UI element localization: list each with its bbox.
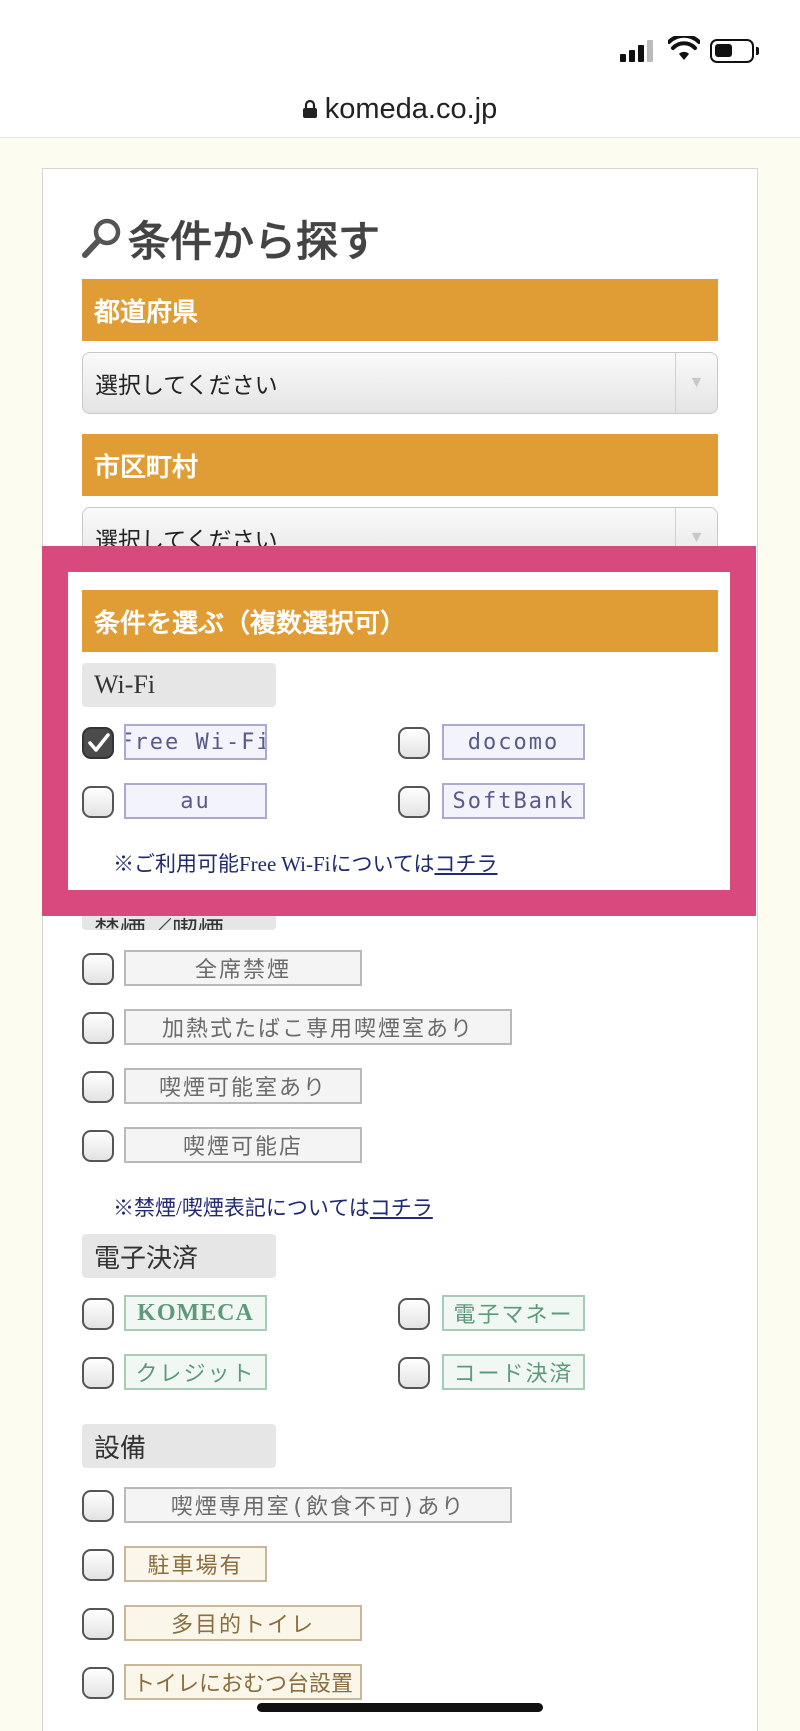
checkbox-smoking-only-room[interactable]: [82, 1490, 114, 1522]
checkbox-code-payment[interactable]: [398, 1357, 430, 1389]
prefecture-select[interactable]: 選択してください ▼: [82, 352, 718, 414]
tag-no-smoking[interactable]: 全席禁煙: [124, 950, 362, 986]
tag-softbank[interactable]: SoftBank: [442, 783, 585, 819]
checkbox-docomo[interactable]: [398, 727, 430, 759]
checkbox-credit[interactable]: [82, 1357, 114, 1389]
home-indicator[interactable]: [257, 1703, 543, 1712]
city-header: 市区町村: [82, 434, 718, 496]
checkbox-multipurpose-toilet[interactable]: [82, 1608, 114, 1640]
signal-icon: [620, 40, 654, 62]
checkbox-au[interactable]: [82, 786, 114, 818]
conditions-header: 条件を選ぶ（複数選択可）: [82, 590, 718, 652]
checkbox-smoking-room[interactable]: [82, 1071, 114, 1103]
checkbox-parking[interactable]: [82, 1549, 114, 1581]
tag-smoking-store[interactable]: 喫煙可能店: [124, 1127, 362, 1163]
checkmark-icon: [88, 733, 110, 752]
magnifier-icon: [82, 218, 121, 258]
wifi-note-link[interactable]: コチラ: [434, 852, 497, 876]
checkbox-diaper-table[interactable]: [82, 1667, 114, 1699]
tag-credit[interactable]: クレジット: [124, 1354, 267, 1390]
lock-icon: [302, 99, 317, 118]
tag-smoking-room[interactable]: 喫煙可能室あり: [124, 1068, 362, 1104]
prefecture-header: 都道府県: [82, 279, 718, 341]
tag-smoking-only-room[interactable]: 喫煙専用室(飲食不可)あり: [124, 1487, 512, 1523]
url-text: komeda.co.jp: [324, 93, 498, 125]
chevron-down-icon: ▼: [675, 353, 717, 413]
tag-code-payment[interactable]: コード決済: [442, 1354, 585, 1390]
checkbox-e-money[interactable]: [398, 1298, 430, 1330]
payment-group-label: 電子決済: [82, 1234, 276, 1278]
smoking-note: ※禁煙/喫煙表記についてはコチラ: [113, 1192, 433, 1222]
tag-heated-tobacco-room[interactable]: 加熱式たばこ専用喫煙室あり: [124, 1009, 512, 1045]
smoking-note-link[interactable]: コチラ: [370, 1196, 433, 1220]
tag-e-money[interactable]: 電子マネー: [442, 1295, 585, 1331]
page-title: 条件から探す: [80, 208, 380, 268]
checkbox-komeca[interactable]: [82, 1298, 114, 1330]
checkbox-free-wifi[interactable]: [82, 727, 114, 759]
wifi-icon: [668, 36, 700, 60]
tag-multipurpose-toilet[interactable]: 多目的トイレ: [124, 1605, 362, 1641]
checkbox-no-smoking[interactable]: [82, 953, 114, 985]
tag-au[interactable]: au: [124, 783, 267, 819]
address-bar[interactable]: komeda.co.jp: [0, 82, 800, 138]
facilities-group-label: 設備: [82, 1424, 276, 1468]
prefecture-select-value: 選択してください: [95, 372, 278, 398]
smoking-note-text: ※禁煙/喫煙表記については: [113, 1196, 370, 1220]
wifi-note: ※ご利用可能Free Wi-Fiについてはコチラ: [113, 848, 497, 878]
status-bar: [0, 0, 800, 82]
checkbox-smoking-store[interactable]: [82, 1130, 114, 1162]
tag-free-wifi[interactable]: Free Wi-Fi: [124, 724, 267, 760]
tag-diaper-table[interactable]: トイレにおむつ台設置: [124, 1664, 362, 1700]
battery-icon: [710, 39, 759, 63]
tag-docomo[interactable]: docomo: [442, 724, 585, 760]
page-title-text: 条件から探す: [128, 219, 381, 266]
checkbox-heated-tobacco-room[interactable]: [82, 1012, 114, 1044]
wifi-note-text: ※ご利用可能Free Wi-Fiについては: [113, 852, 435, 876]
tag-parking[interactable]: 駐車場有: [124, 1546, 267, 1582]
wifi-group-label: Wi-Fi: [82, 663, 276, 707]
tag-komeca[interactable]: KOMECA: [124, 1295, 267, 1331]
checkbox-softbank[interactable]: [398, 786, 430, 818]
